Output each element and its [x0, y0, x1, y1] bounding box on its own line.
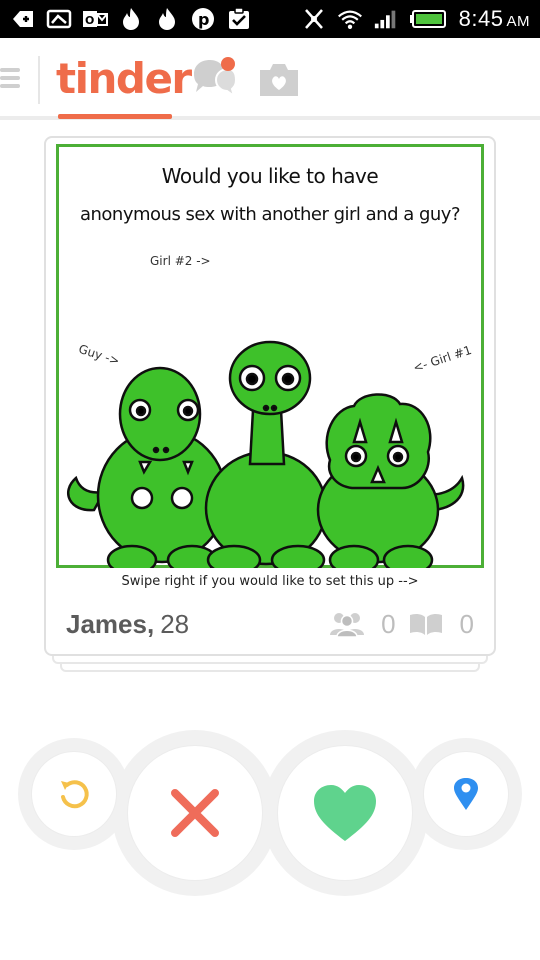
long-neck-dino	[204, 340, 328, 568]
clock: 8:45 AM	[459, 6, 530, 32]
notification-icons: O p	[10, 6, 252, 32]
signal-icon	[373, 6, 399, 32]
task-icon	[226, 6, 252, 32]
status-bar: O p 8:45 AM	[0, 0, 540, 38]
add-icon	[10, 6, 36, 32]
tinder-logo[interactable]: tinder	[56, 54, 192, 103]
triceratops-dino	[316, 393, 465, 568]
x-icon	[171, 789, 219, 837]
shared-friends: 0	[327, 608, 396, 640]
clock-time: 8:45	[458, 6, 504, 31]
friends-icon	[330, 613, 365, 637]
profile-card[interactable]: Would you like to have anonymous sex wit…	[44, 136, 496, 656]
battery-icon	[409, 6, 449, 32]
clock-ampm: AM	[506, 13, 530, 30]
cartoon-title-line1: Would you like to have	[161, 164, 379, 188]
system-indicators: 8:45 AM	[301, 6, 530, 32]
undo-icon	[61, 780, 89, 809]
shared-friends-count: 0	[381, 608, 396, 639]
camera-icon[interactable]	[256, 58, 302, 100]
menu-icon[interactable]	[0, 58, 24, 98]
profile-age: 28	[160, 608, 190, 639]
profile-name: James,	[66, 608, 155, 639]
flame-icon	[154, 6, 180, 32]
book-icon	[409, 613, 442, 635]
pinterest-icon: p	[190, 6, 216, 32]
undo-button[interactable]	[32, 752, 116, 836]
svg-text:p: p	[198, 10, 209, 29]
heart-icon	[314, 785, 376, 841]
app-bar: tinder	[0, 38, 540, 120]
nope-button[interactable]	[128, 746, 262, 880]
shared-interests: 0	[406, 609, 474, 640]
outlook-icon: O	[82, 6, 108, 32]
picture-icon	[46, 6, 72, 32]
dinosaur-illustration	[66, 340, 465, 568]
svg-text:O: O	[85, 14, 94, 27]
divider	[38, 56, 40, 104]
wifi-icon	[337, 6, 363, 32]
shared-interests-count: 0	[459, 608, 474, 639]
trex-dino	[66, 366, 228, 568]
active-tab-indicator	[58, 114, 172, 119]
flame-icon	[118, 6, 144, 32]
card-footer: James, 28 0 0	[46, 594, 494, 654]
cartoon-title-line2: anonymous sex with another girl and a gu…	[79, 204, 461, 225]
cartoon-caption: Swipe right if you would like to set thi…	[121, 574, 419, 589]
chat-icon[interactable]	[188, 56, 238, 102]
like-button[interactable]	[278, 746, 412, 880]
mute-icon	[301, 6, 327, 32]
location-button[interactable]	[424, 752, 508, 836]
profile-photo[interactable]: Would you like to have anonymous sex wit…	[54, 142, 486, 590]
profile-stats: 0 0	[327, 609, 474, 640]
location-pin-icon	[454, 778, 478, 810]
